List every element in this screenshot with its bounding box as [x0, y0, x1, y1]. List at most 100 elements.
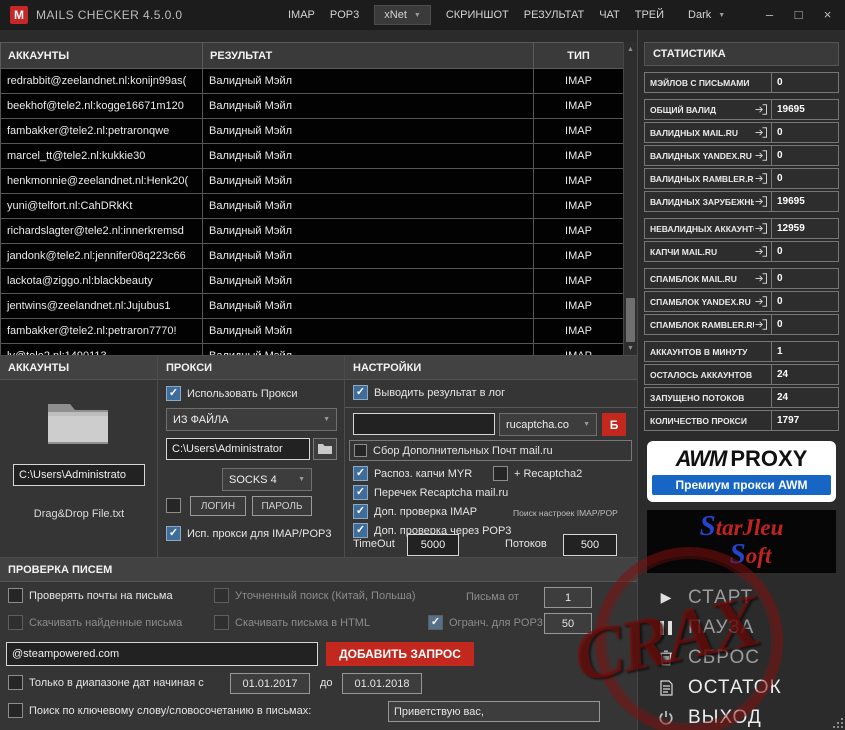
proxy-type-dropdown[interactable]: SOCKS 4 ▼	[222, 468, 312, 491]
export-icon[interactable]	[754, 319, 768, 331]
stats-group-valid: ОБЩИЙ ВАЛИД 19695 ВАЛИДНЫХ MAIL.RU 0 ВАЛ…	[644, 99, 839, 212]
awm-proxy-banner[interactable]: AWM PROXY Премиум прокси AWM	[647, 441, 836, 502]
resize-grip[interactable]	[831, 716, 843, 728]
proxy-password-field[interactable]: ПАРОЛЬ	[252, 496, 312, 516]
awm-brand: AWM	[675, 446, 728, 471]
pop3-limit-checkbox[interactable]	[428, 615, 443, 630]
result-cell: Валидный Мэйл	[202, 343, 534, 355]
menu-chat[interactable]: ЧАТ	[599, 9, 620, 21]
stat-label: ВАЛИДНЫХ RAMBLER.RU	[650, 173, 754, 184]
export-icon[interactable]	[754, 127, 768, 139]
check-letters-checkbox[interactable]	[8, 588, 23, 603]
document-export-icon	[656, 679, 676, 696]
use-proxy-checkbox[interactable]	[166, 386, 181, 401]
table-scrollbar[interactable]: ▲ ▼	[623, 42, 637, 355]
export-icon[interactable]	[754, 196, 768, 208]
recaptcha2-checkbox[interactable]	[493, 466, 508, 481]
date-range-checkbox[interactable]	[8, 675, 23, 690]
export-icon[interactable]	[754, 173, 768, 185]
table-row[interactable]: marcel_tt@tele2.nl:kukkie30 Валидный Мэй…	[0, 143, 623, 169]
folder-icon[interactable]	[44, 396, 112, 453]
accounts-path-input[interactable]	[13, 464, 145, 486]
proxy-source-dropdown[interactable]: ИЗ ФАЙЛА ▼	[166, 408, 337, 431]
stat-row: ВАЛИДНЫХ ЗАРУБЕЖНЫХ 19695	[644, 191, 839, 212]
stat-value: 24	[772, 364, 839, 385]
table-row[interactable]: lv@tele2.nl:1490113 Валидный Мэйл IMAP	[0, 343, 623, 355]
use-proxy-label: Использовать Прокси	[187, 387, 298, 400]
menu-result[interactable]: РЕЗУЛЬТАТ	[524, 9, 584, 21]
captcha-service-dropdown[interactable]: rucaptcha.co ▼	[499, 413, 597, 436]
download-html-checkbox[interactable]	[214, 615, 229, 630]
proxy-login-field[interactable]: ЛОГИН	[190, 496, 246, 516]
timeout-input[interactable]	[407, 534, 459, 556]
table-row[interactable]: beekhof@tele2.nl:kogge16671m120 Валидный…	[0, 93, 623, 119]
add-query-button[interactable]: ДОБАВИТЬ ЗАПРОС	[326, 642, 474, 666]
starjleu-soft-logo[interactable]: StarJleu Soft	[647, 510, 836, 574]
account-cell: richardslagter@tele2.nl:innerkremsd	[0, 218, 203, 244]
remainder-button[interactable]: ОСТАТОК	[644, 674, 839, 701]
captcha-balance-button[interactable]: Б	[602, 413, 626, 436]
maximize-button[interactable]: □	[785, 3, 812, 26]
table-row[interactable]: lackota@ziggo.nl:blackbeauty Валидный Мэ…	[0, 268, 623, 294]
date-from-input[interactable]	[230, 673, 310, 694]
table-row[interactable]: jentwins@zeelandnet.nl:Jujubus1 Валидный…	[0, 293, 623, 319]
scrollbar-thumb[interactable]	[626, 298, 635, 342]
date-to-input[interactable]	[342, 673, 422, 694]
scroll-down-icon[interactable]: ▼	[624, 341, 637, 355]
export-icon[interactable]	[754, 223, 768, 235]
pop3-extra-check-checkbox[interactable]	[353, 523, 368, 538]
proxy-auth-checkbox[interactable]	[166, 498, 181, 513]
xnet-dropdown[interactable]: xNet ▼	[374, 5, 431, 25]
imap-extra-check-checkbox[interactable]	[353, 504, 368, 519]
table-row[interactable]: jandonk@tele2.nl:jennifer08q223c66 Валид…	[0, 243, 623, 269]
collect-mail-checkbox[interactable]	[354, 444, 367, 457]
menu-imap[interactable]: IMAP	[288, 9, 315, 21]
refined-search-checkbox[interactable]	[214, 588, 229, 603]
proxy-folder-button[interactable]	[313, 438, 337, 460]
stat-label: ОБЩИЙ ВАЛИД	[650, 104, 717, 115]
exit-button-label: ВЫХОД	[688, 706, 762, 728]
close-button[interactable]: ×	[814, 3, 841, 26]
proxy-path-input[interactable]	[166, 438, 310, 460]
table-row[interactable]: yuni@telfort.nl:CahDRkKt Валидный Мэйл I…	[0, 193, 623, 219]
export-icon[interactable]	[754, 246, 768, 258]
minimize-button[interactable]: –	[756, 3, 783, 26]
column-header-accounts[interactable]: АККАУНТЫ	[0, 42, 203, 69]
exit-button[interactable]: ВЫХОД	[644, 704, 839, 730]
search-query-input[interactable]	[6, 642, 318, 666]
power-icon	[656, 710, 676, 726]
keyword-search-checkbox[interactable]	[8, 703, 23, 718]
table-row[interactable]: fambakker@tele2.nl:petraronqwe Валидный …	[0, 118, 623, 144]
recheck-recaptcha-checkbox[interactable]	[353, 485, 368, 500]
export-icon[interactable]	[754, 273, 768, 285]
table-row[interactable]: henkmonnie@zeelandnet.nl:Henk20( Валидны…	[0, 168, 623, 194]
export-icon[interactable]	[754, 150, 768, 162]
table-row[interactable]: richardslagter@tele2.nl:innerkremsd Вали…	[0, 218, 623, 244]
theme-dropdown[interactable]: Dark ▼	[679, 6, 734, 24]
proxy-for-imap-pop3-checkbox[interactable]	[166, 526, 181, 541]
export-icon[interactable]	[754, 296, 768, 308]
table-row[interactable]: redrabbit@zeelandnet.nl:konijn99as( Вали…	[0, 68, 623, 94]
reset-button[interactable]: СБРОС	[644, 644, 839, 671]
result-cell: Валидный Мэйл	[202, 293, 534, 319]
captcha-key-input[interactable]	[353, 413, 495, 435]
scroll-up-icon[interactable]: ▲	[624, 42, 637, 56]
start-button[interactable]: ▶ СТАРТ	[644, 584, 839, 611]
letters-from-input[interactable]	[544, 587, 592, 608]
menu-tray[interactable]: ТРЕЙ	[635, 9, 664, 21]
column-header-type[interactable]: ТИП	[533, 42, 623, 69]
export-icon[interactable]	[754, 104, 768, 116]
pop3-limit-input[interactable]	[544, 613, 592, 634]
menu-pop3[interactable]: POP3	[330, 9, 359, 21]
log-output-checkbox[interactable]	[353, 385, 368, 400]
download-letters-checkbox[interactable]	[8, 615, 23, 630]
captcha-myr-checkbox[interactable]	[353, 466, 368, 481]
pause-button[interactable]: ПАУЗА	[644, 614, 839, 641]
keyword-input[interactable]	[388, 701, 600, 722]
stat-label: СПАМБЛОК YANDEX.RU	[650, 296, 751, 307]
menu-screenshot[interactable]: СКРИНШОТ	[446, 9, 509, 21]
proxy-source-value: ИЗ ФАЙЛА	[173, 413, 229, 426]
column-header-result[interactable]: РЕЗУЛЬТАТ	[202, 42, 534, 69]
table-row[interactable]: fambakker@tele2.nl:petraron7770! Валидны…	[0, 318, 623, 344]
threads-input[interactable]	[563, 534, 617, 556]
